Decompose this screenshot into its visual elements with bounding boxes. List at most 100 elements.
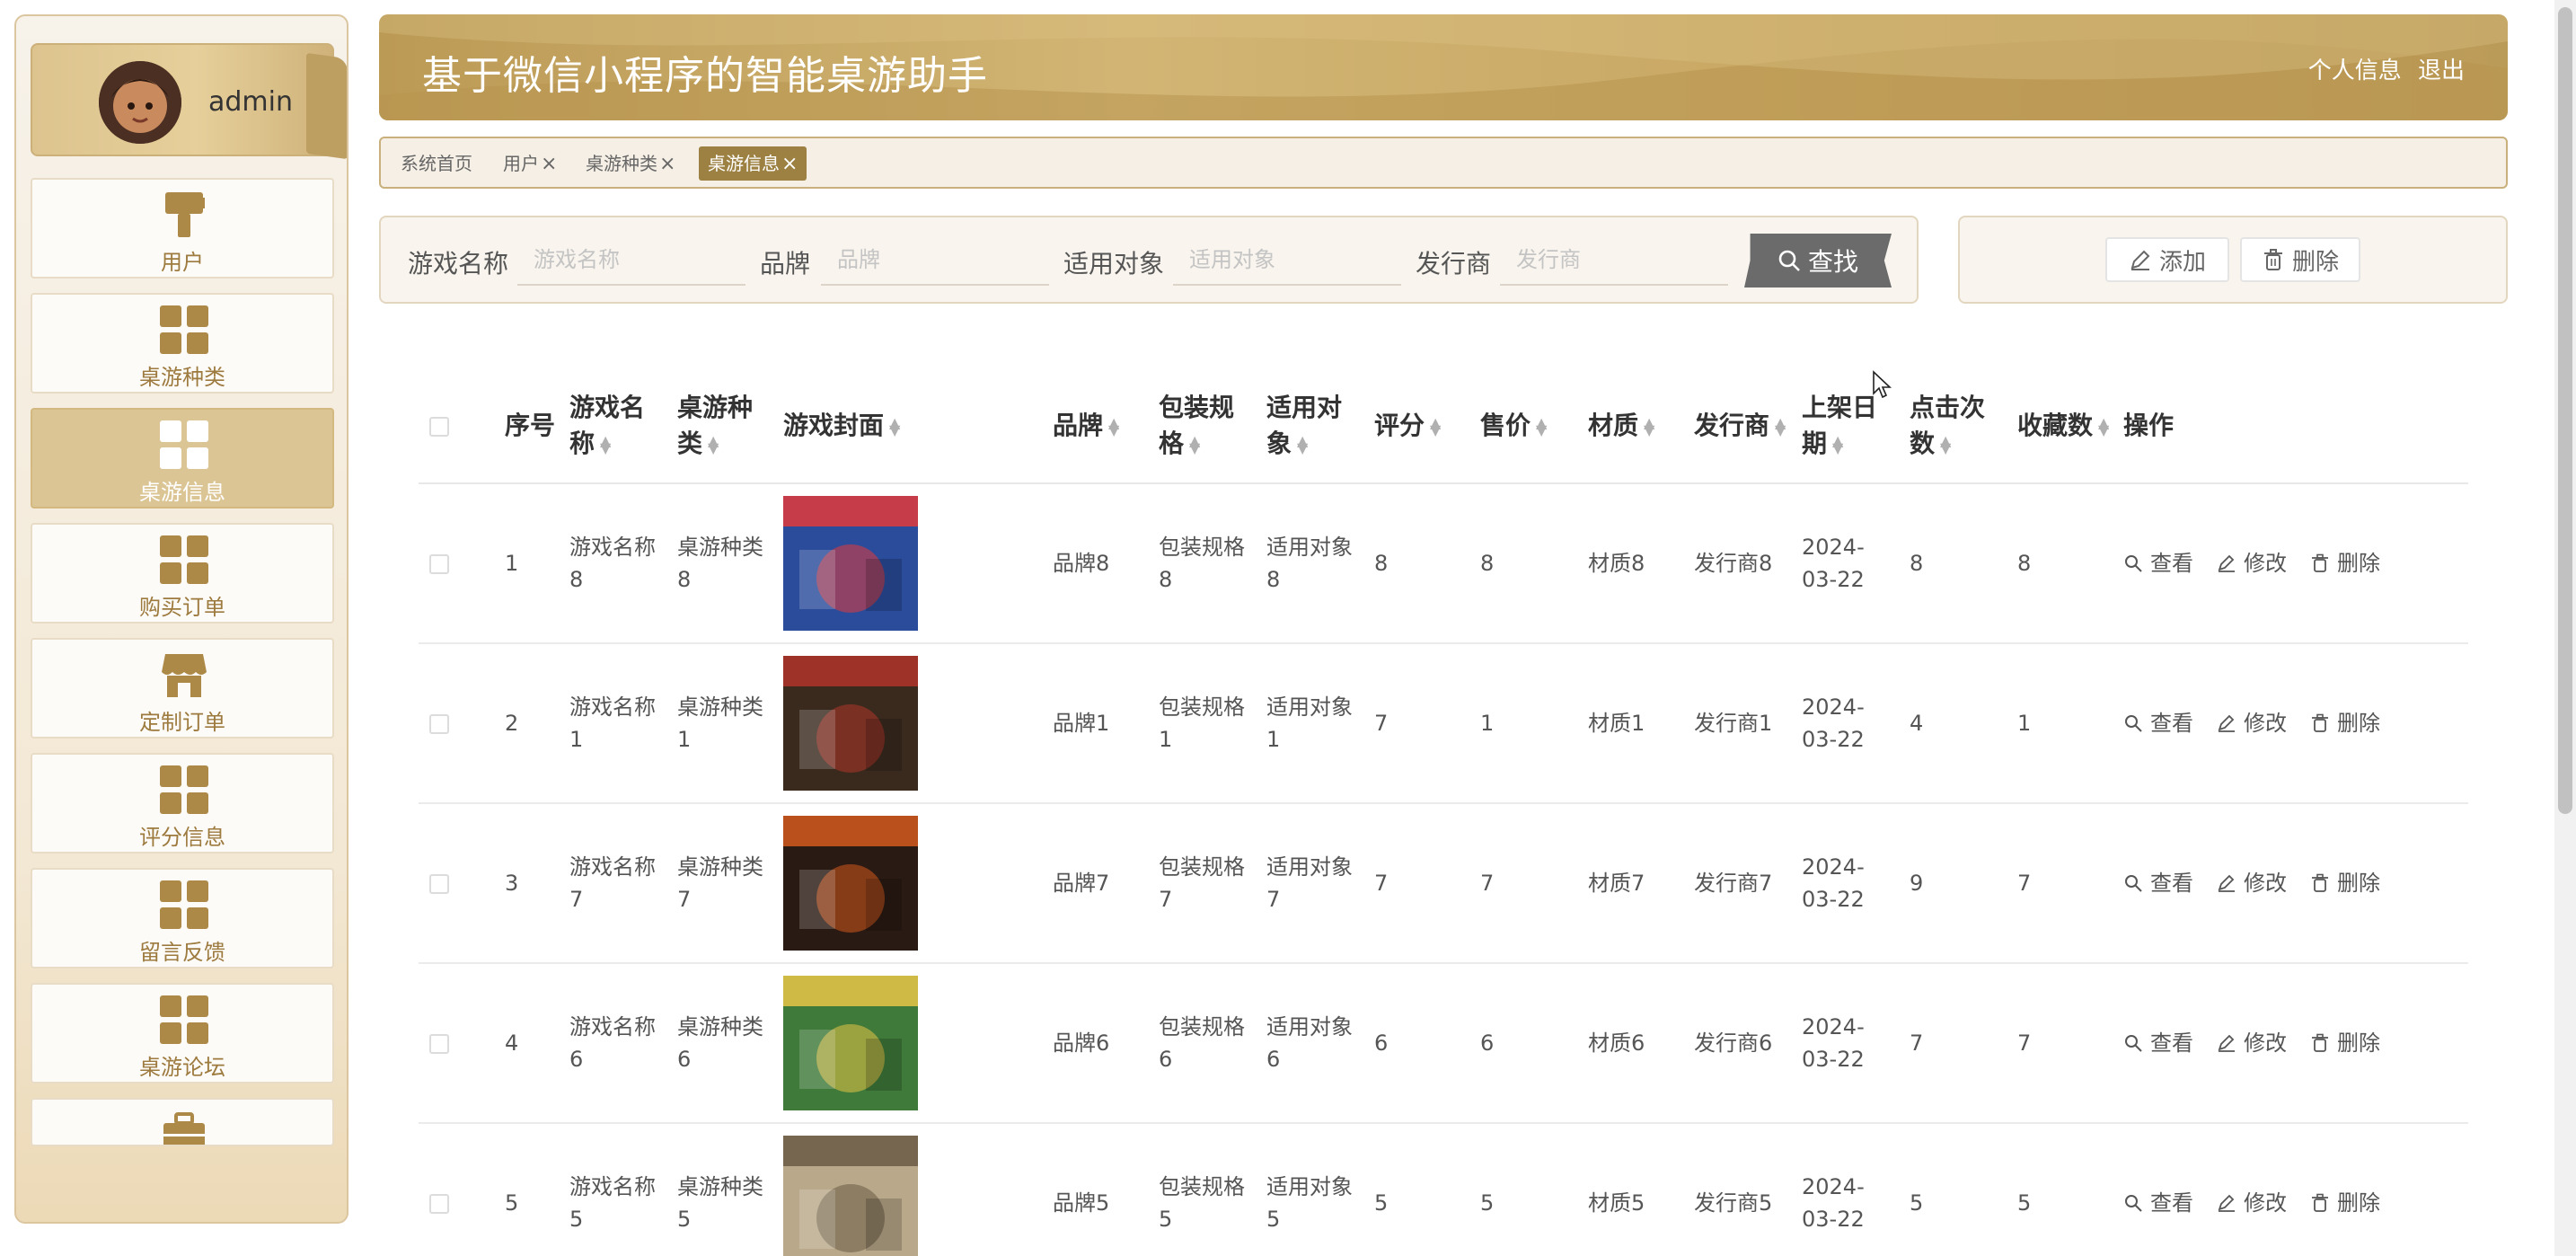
column-header[interactable]: 桌游种类 ▲ ▼: [666, 368, 772, 484]
sort-icon[interactable]: ▲ ▼: [1775, 415, 1786, 437]
close-icon[interactable]: ×: [659, 153, 675, 175]
edit-button[interactable]: 修改: [2217, 871, 2287, 896]
row-checkbox[interactable]: [429, 554, 449, 574]
game-cover-image[interactable]: [783, 1136, 918, 1256]
page-scrollbar[interactable]: [2554, 0, 2576, 1256]
cell-material: 材质6: [1577, 963, 1683, 1124]
search-icon: [2125, 555, 2142, 572]
profile-link[interactable]: 个人信息: [2308, 57, 2402, 84]
column-header[interactable]: 评分 ▲ ▼: [1363, 368, 1469, 484]
sidebar-item-feedback[interactable]: 留言反馈: [31, 868, 334, 969]
game-cover-image[interactable]: [783, 976, 918, 1110]
view-button-label: 查看: [2150, 551, 2193, 576]
sort-icon[interactable]: ▲ ▼: [600, 433, 611, 455]
logout-link[interactable]: 退出: [2418, 57, 2465, 84]
row-delete-button[interactable]: 删除: [2310, 871, 2380, 896]
cell-score: 7: [1363, 803, 1469, 964]
tab-game-info[interactable]: 桌游信息×: [699, 146, 807, 181]
table-row: 1 游戏名称8 桌游种类8 品牌8 包装规格8 适用对象8 8 8 材质8 发行商8 2024-03…: [419, 483, 2468, 644]
search-icon: [2125, 875, 2142, 892]
sort-icon[interactable]: ▲ ▼: [1832, 433, 1843, 455]
delete-button[interactable]: 删除: [2240, 237, 2360, 282]
column-header-label: 品牌: [1053, 410, 1104, 440]
game-cover-image[interactable]: [783, 496, 918, 631]
sort-icon[interactable]: ▲ ▼: [1189, 433, 1200, 455]
sort-icon[interactable]: ▲ ▼: [708, 433, 719, 455]
table-row: 5 游戏名称5 桌游种类5 品牌5 包装规格5 适用对象5 5 5 材质5 发行商5 2024-03…: [419, 1123, 2468, 1256]
row-checkbox[interactable]: [429, 714, 449, 734]
game-cover-image[interactable]: [783, 816, 918, 951]
view-button[interactable]: 查看: [2123, 711, 2193, 736]
column-header[interactable]: 收藏数 ▲ ▼: [2007, 368, 2113, 484]
sort-icon[interactable]: ▲ ▼: [1644, 415, 1654, 437]
view-button[interactable]: 查看: [2123, 551, 2193, 576]
sort-icon[interactable]: ▲ ▼: [1108, 415, 1119, 437]
sidebar-item-users[interactable]: 用户: [31, 178, 334, 279]
sidebar-item-ratings[interactable]: 评分信息: [31, 753, 334, 854]
column-header[interactable]: 适用对象 ▲ ▼: [1256, 368, 1363, 484]
tab-home[interactable]: 系统首页: [392, 146, 481, 181]
column-header[interactable]: 游戏封面 ▲ ▼: [772, 368, 1042, 484]
sort-icon[interactable]: ▲ ▼: [2098, 415, 2109, 437]
search-input-target[interactable]: [1173, 235, 1401, 286]
view-button[interactable]: 查看: [2123, 1190, 2193, 1216]
view-button[interactable]: 查看: [2123, 871, 2193, 896]
row-delete-button[interactable]: 删除: [2310, 1030, 2380, 1056]
column-header-label: 序号: [505, 410, 556, 440]
add-button[interactable]: 添加: [2105, 237, 2229, 282]
sidebar-item-custom-orders[interactable]: 定制订单: [31, 638, 334, 739]
cell-brand: 品牌6: [1042, 963, 1148, 1124]
sidebar-item-categories[interactable]: 桌游种类: [31, 293, 334, 394]
edit-button[interactable]: 修改: [2217, 551, 2287, 576]
row-delete-button[interactable]: 删除: [2310, 551, 2380, 576]
sidebar-item-forum[interactable]: 桌游论坛: [31, 983, 334, 1084]
sort-icon[interactable]: ▲ ▼: [889, 415, 900, 437]
column-header-label: 材质: [1588, 410, 1639, 440]
edit-button[interactable]: 修改: [2217, 1190, 2287, 1216]
search-input-publisher[interactable]: [1500, 235, 1728, 286]
game-cover-image[interactable]: [783, 656, 918, 791]
select-all-checkbox[interactable]: [429, 416, 449, 437]
search-input-name[interactable]: [517, 235, 745, 286]
row-delete-button-label: 删除: [2337, 871, 2380, 896]
sort-icon[interactable]: ▲ ▼: [1940, 433, 1951, 455]
close-icon[interactable]: ×: [781, 153, 798, 175]
column-header[interactable]: 游戏名称 ▲ ▼: [559, 368, 666, 484]
close-icon[interactable]: ×: [541, 153, 557, 175]
sort-icon[interactable]: ▲ ▼: [1536, 415, 1547, 437]
column-header[interactable]: 材质 ▲ ▼: [1577, 368, 1683, 484]
column-header[interactable]: 发行商 ▲ ▼: [1683, 368, 1791, 484]
scrollbar-thumb[interactable]: [2558, 7, 2572, 814]
search-button[interactable]: 查找: [1744, 234, 1892, 287]
tab-categories[interactable]: 桌游种类×: [577, 146, 684, 181]
trash-icon: [2312, 713, 2328, 732]
sidebar-item-game-info[interactable]: 桌游信息: [31, 408, 334, 509]
sort-icon[interactable]: ▲ ▼: [1297, 433, 1308, 455]
edit-button[interactable]: 修改: [2217, 711, 2287, 736]
column-header[interactable]: 点击次数 ▲ ▼: [1899, 368, 2007, 484]
row-select-cell: [419, 963, 494, 1124]
edit-button-label: 修改: [2244, 1190, 2287, 1216]
column-header[interactable]: 包装规格 ▲ ▼: [1148, 368, 1256, 484]
avatar[interactable]: [99, 61, 181, 144]
sidebar-item-purchase-orders[interactable]: 购买订单: [31, 523, 334, 624]
row-checkbox[interactable]: [429, 1194, 449, 1214]
sidebar-item-more[interactable]: [31, 1098, 334, 1146]
sort-icon[interactable]: ▲ ▼: [1430, 415, 1441, 437]
view-button[interactable]: 查看: [2123, 1030, 2193, 1056]
edit-button[interactable]: 修改: [2217, 1030, 2287, 1056]
row-delete-button[interactable]: 删除: [2310, 711, 2380, 736]
tab-users[interactable]: 用户×: [494, 146, 566, 181]
data-table-container: 序号 游戏名称 ▲ ▼ 桌游种类 ▲ ▼ 游戏封面 ▲ ▼ 品牌 ▲ ▼ 包装规格 ▲ ▼ 适用对象 ▲ ▼ 评分 ▲ ▼…: [419, 368, 2468, 1256]
search-input-brand[interactable]: [821, 235, 1049, 286]
cell-package-spec: 包装规格7: [1148, 803, 1256, 964]
column-header[interactable]: 售价 ▲ ▼: [1469, 368, 1577, 484]
search-label-brand: 品牌: [760, 249, 811, 279]
tabs-bar: 系统首页 用户× 桌游种类× 桌游信息×: [379, 137, 2508, 189]
grid-icon: [160, 305, 208, 354]
row-checkbox[interactable]: [429, 874, 449, 894]
row-checkbox[interactable]: [429, 1034, 449, 1054]
tab-label: 用户: [503, 153, 539, 174]
column-header[interactable]: 品牌 ▲ ▼: [1042, 368, 1148, 484]
row-delete-button[interactable]: 删除: [2310, 1190, 2380, 1216]
